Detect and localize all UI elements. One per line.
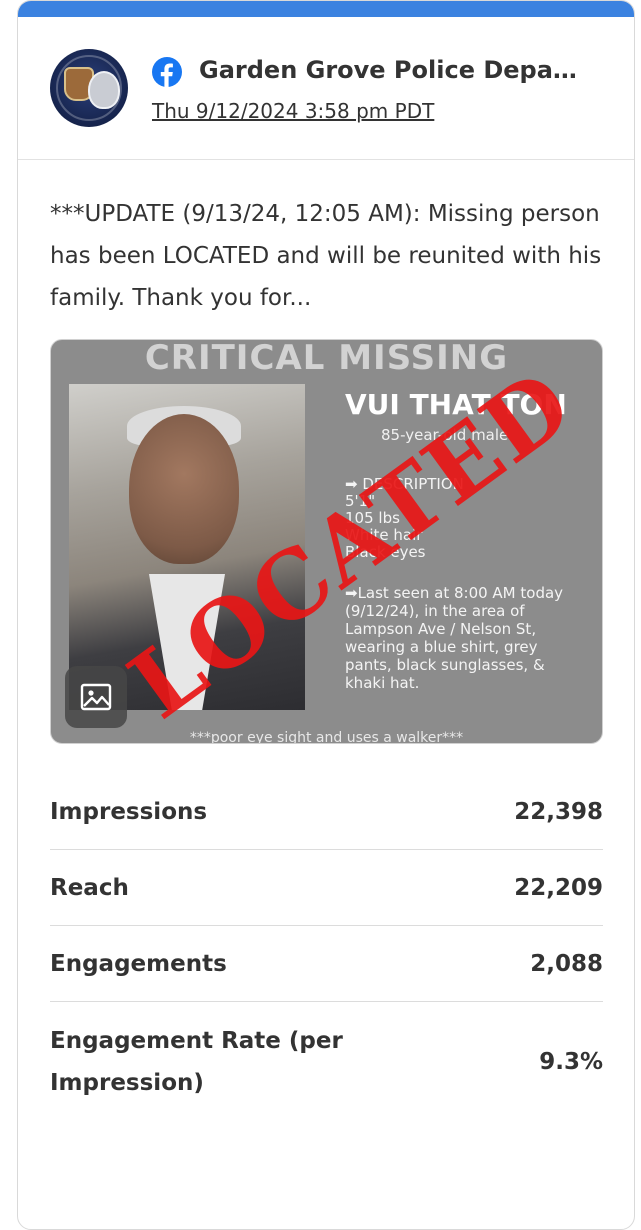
post-header: Garden Grove Police Depa… Thu 9/12/2024 …: [18, 17, 634, 160]
metrics-list: Impressions 22,398 Reach 22,209 Engageme…: [50, 774, 603, 1122]
photo-face: [129, 414, 239, 564]
metric-value: 22,398: [514, 798, 603, 825]
metric-row-engagement-rate: Engagement Rate (per Impression) 9.3%: [50, 1002, 603, 1122]
post-media-image[interactable]: CRITICAL MISSING VUI THAT TON 85-year-ol…: [50, 339, 603, 744]
poster-last-seen: ➡Last seen at 8:00 AM today (9/12/24), i…: [345, 584, 564, 692]
page-name[interactable]: Garden Grove Police Depa…: [199, 53, 619, 87]
metric-label: Impressions: [50, 798, 208, 825]
metric-row-impressions: Impressions 22,398: [50, 774, 603, 850]
image-icon: [80, 683, 112, 711]
post-text: ***UPDATE (9/13/24, 12:05 AM): Missing p…: [50, 201, 602, 311]
page-avatar[interactable]: [50, 49, 128, 127]
media-type-button[interactable]: [65, 666, 127, 728]
metric-label: Engagement Rate (per Impression): [50, 1028, 343, 1096]
poster-footer: ***poor eye sight and uses a walker***: [189, 730, 464, 744]
metric-label: Reach: [50, 874, 129, 901]
facebook-icon: [152, 57, 182, 87]
metric-value: 2,088: [530, 950, 603, 977]
metric-value: 22,209: [514, 874, 603, 901]
post-card: Garden Grove Police Depa… Thu 9/12/2024 …: [17, 0, 635, 1230]
post-timestamp-link[interactable]: Thu 9/12/2024 3:58 pm PDT: [152, 97, 434, 125]
metric-label: Engagements: [50, 950, 227, 977]
metric-value: 9.3%: [539, 1049, 603, 1075]
shield-badge-icon: [88, 71, 120, 109]
metric-row-engagements: Engagements 2,088: [50, 926, 603, 1002]
metric-row-reach: Reach 22,209: [50, 850, 603, 926]
card-accent-bar: [18, 1, 634, 17]
